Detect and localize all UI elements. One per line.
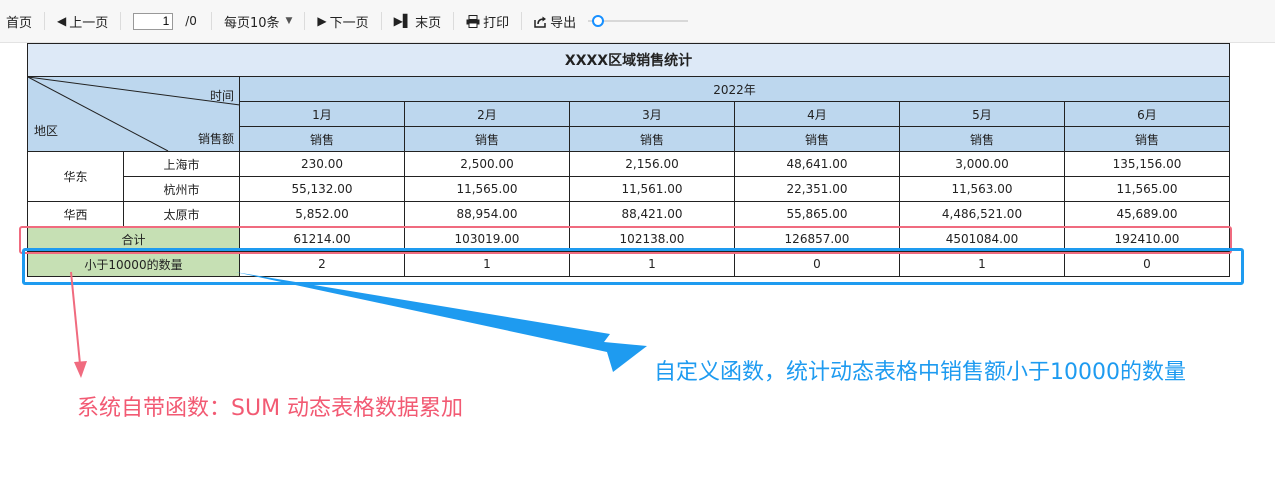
blue-arrow (235, 272, 647, 372)
red-arrow-line (70, 271, 81, 365)
red-arrow-head (74, 361, 87, 378)
custom-function-annotation: 自定义函数，统计动态表格中销售额小于10000的数量 (654, 360, 1186, 385)
sum-function-annotation: 系统自带函数：SUM 动态表格数据累加 (77, 396, 464, 421)
